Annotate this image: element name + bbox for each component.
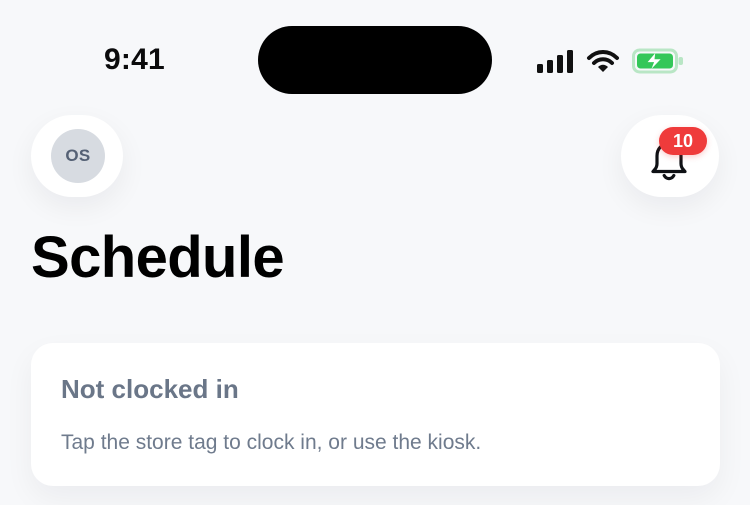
page-title: Schedule <box>31 225 285 290</box>
clock-status-title: Not clocked in <box>61 374 239 404</box>
wifi-icon <box>586 49 620 73</box>
status-time: 9:41 <box>104 43 165 76</box>
status-bar: 9:41 <box>0 0 750 110</box>
dynamic-island <box>258 26 492 94</box>
notification-count: 10 <box>672 130 694 151</box>
notifications-button[interactable]: 10 <box>621 115 719 197</box>
clock-status-card: Not clocked in Tap the store tag to cloc… <box>31 343 720 486</box>
battery-charging-icon <box>632 48 684 74</box>
avatar: OS <box>51 129 105 183</box>
avatar-initials: OS <box>65 146 91 165</box>
signal-icon <box>537 49 574 73</box>
profile-button[interactable]: OS <box>31 115 123 197</box>
notification-badge: 10 <box>659 127 707 155</box>
status-icons <box>537 46 684 76</box>
clock-status-subtitle: Tap the store tag to clock in, or use th… <box>61 431 482 454</box>
